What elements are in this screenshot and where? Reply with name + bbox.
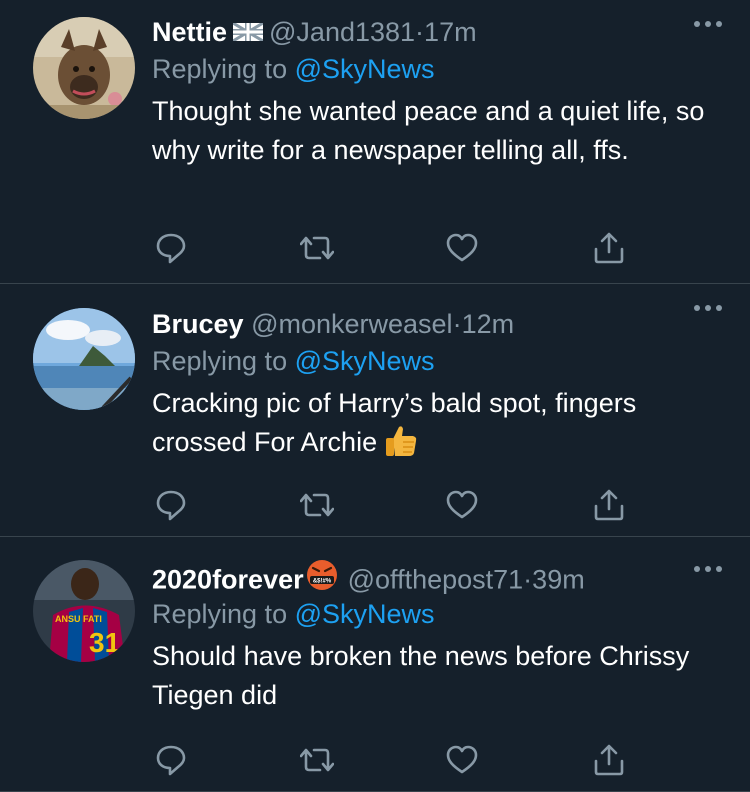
replying-prefix: Replying to: [152, 54, 288, 84]
tweet[interactable]: Brucey @monkerweasel·12m Replying to @Sk…: [0, 284, 750, 537]
separator: ·: [415, 17, 425, 48]
tweet[interactable]: Nettie @Jand1381·17m Replying to @SkyNew…: [0, 0, 750, 284]
more-icon[interactable]: [686, 294, 730, 322]
tweet-actions: [152, 231, 632, 265]
display-name[interactable]: Brucey: [152, 309, 244, 339]
separator: ·: [523, 564, 533, 595]
timestamp[interactable]: 17m: [424, 17, 477, 47]
tweet-header: Brucey @monkerweasel·12m: [152, 306, 730, 342]
svg-text:&$!#%: &$!#%: [312, 579, 331, 585]
thumbs-up-icon: [383, 423, 419, 470]
tweet-actions: [152, 488, 632, 522]
replying-prefix: Replying to: [152, 346, 288, 376]
avatar[interactable]: [33, 17, 135, 119]
share-icon[interactable]: [592, 743, 626, 777]
timestamp[interactable]: 39m: [532, 565, 585, 595]
mention-link[interactable]: @SkyNews: [295, 54, 435, 84]
uk-flag-icon: [232, 14, 264, 50]
mention-link[interactable]: @SkyNews: [295, 599, 435, 629]
timestamp[interactable]: 12m: [462, 309, 515, 339]
replying-to: Replying to @SkyNews: [152, 343, 730, 379]
avatar[interactable]: 31 ANSU FATI: [33, 560, 135, 662]
handle[interactable]: @monkerweasel: [251, 309, 453, 339]
tweet[interactable]: 31 ANSU FATI 2020forever &$!#% @offthepo…: [0, 537, 750, 792]
replying-to: Replying to @SkyNews: [152, 51, 730, 87]
mention-link[interactable]: @SkyNews: [295, 346, 435, 376]
replying-prefix: Replying to: [152, 599, 288, 629]
display-name[interactable]: Nettie: [152, 17, 227, 47]
tweet-actions: [152, 743, 632, 777]
tweet-text: Thought she wanted peace and a quiet lif…: [152, 96, 705, 165]
reply-icon[interactable]: [154, 743, 188, 777]
tweet-text-block: Cracking pic of Harry’s bald spot, finge…: [152, 384, 730, 470]
avatar[interactable]: [33, 308, 135, 410]
angry-face-icon: &$!#%: [306, 559, 338, 600]
reply-icon[interactable]: [154, 488, 188, 522]
tweet-header: 2020forever &$!#% @offthepost71·39m: [152, 559, 730, 595]
like-icon[interactable]: [445, 231, 479, 265]
tweet-text: Should have broken the news before Chris…: [152, 641, 690, 710]
share-icon[interactable]: [592, 231, 626, 265]
display-name[interactable]: 2020forever: [152, 565, 304, 595]
more-icon[interactable]: [686, 10, 730, 38]
share-icon[interactable]: [592, 488, 626, 522]
replying-to: Replying to @SkyNews: [152, 596, 730, 632]
handle[interactable]: @Jand1381: [269, 17, 415, 47]
more-icon[interactable]: [686, 555, 730, 583]
reply-icon[interactable]: [154, 231, 188, 265]
tweet-header: Nettie @Jand1381·17m: [152, 14, 730, 50]
separator: ·: [452, 309, 462, 339]
retweet-icon[interactable]: [300, 488, 334, 522]
retweet-icon[interactable]: [300, 743, 334, 777]
svg-text:31: 31: [89, 627, 120, 658]
handle[interactable]: @offthepost71: [348, 565, 524, 595]
svg-text:ANSU FATI: ANSU FATI: [55, 614, 102, 624]
like-icon[interactable]: [445, 488, 479, 522]
retweet-icon[interactable]: [300, 231, 334, 265]
like-icon[interactable]: [445, 743, 479, 777]
